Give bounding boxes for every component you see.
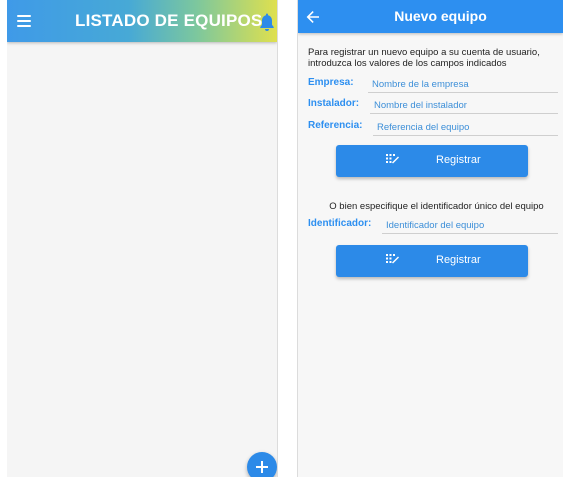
dialpad-icon xyxy=(386,254,399,264)
bell-icon[interactable] xyxy=(258,12,276,32)
menu-icon[interactable] xyxy=(17,15,31,27)
identificador-input[interactable] xyxy=(382,217,558,234)
top-app-bar: Nuevo equipo xyxy=(298,0,563,33)
page-title: Nuevo equipo xyxy=(394,8,487,24)
register-identifier-button[interactable]: Registrar xyxy=(336,245,528,277)
plus-icon xyxy=(256,461,268,473)
instalador-field: Instalador: xyxy=(308,97,558,115)
instalador-label: Instalador: xyxy=(308,98,360,109)
identificador-label: Identificador: xyxy=(308,218,372,229)
top-app-bar: LISTADO DE EQUIPOS xyxy=(7,0,277,42)
empresa-label: Empresa: xyxy=(308,77,354,88)
empresa-input[interactable] xyxy=(368,76,558,93)
referencia-input[interactable] xyxy=(373,119,558,136)
referencia-field: Referencia: xyxy=(308,119,558,137)
instalador-input[interactable] xyxy=(370,97,558,114)
identificador-field: Identificador: xyxy=(308,217,558,235)
referencia-label: Referencia: xyxy=(308,120,363,131)
add-equipment-button[interactable] xyxy=(247,452,277,477)
register-button-label: Registrar xyxy=(436,154,481,166)
dialpad-icon xyxy=(386,154,399,164)
register-button[interactable]: Registrar xyxy=(336,145,528,177)
equipment-list-screen: LISTADO DE EQUIPOS xyxy=(7,0,278,477)
empresa-field: Empresa: xyxy=(308,76,558,94)
intro-text: Para registrar un nuevo equipo a su cuen… xyxy=(308,47,540,69)
register-button-label: Registrar xyxy=(436,254,481,266)
page-title: LISTADO DE EQUIPOS xyxy=(75,11,263,30)
alternative-instructions: O bien especifique el identificador únic… xyxy=(329,201,544,212)
new-equipment-screen: Nuevo equipo Para registrar un nuevo equ… xyxy=(297,0,563,477)
